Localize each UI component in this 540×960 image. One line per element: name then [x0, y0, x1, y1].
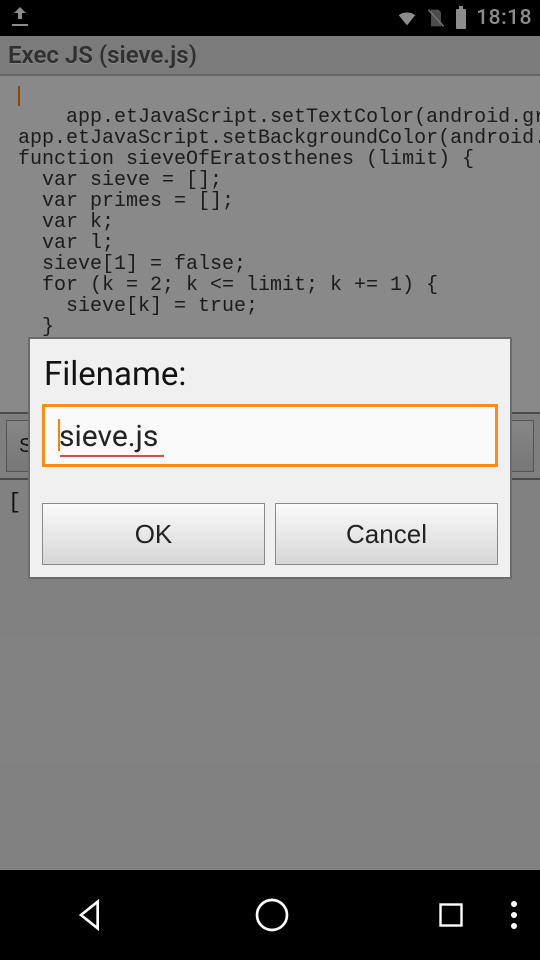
spellcheck-underline — [60, 455, 164, 457]
dialog-title: Filename: — [44, 355, 498, 394]
back-icon[interactable] — [71, 895, 111, 935]
nav-menu-icon[interactable] — [510, 900, 518, 930]
nav-bar — [0, 870, 540, 960]
filename-dialog: Filename: OK Cancel — [28, 337, 512, 579]
ok-button[interactable]: OK — [42, 503, 265, 565]
home-icon[interactable] — [252, 895, 292, 935]
recent-icon[interactable] — [433, 897, 469, 933]
filename-input-wrap — [42, 404, 498, 467]
cancel-button[interactable]: Cancel — [275, 503, 498, 565]
input-cursor — [58, 419, 60, 451]
screen: 18:18 Exec JS (sieve.js) app.etJavaScrip… — [0, 0, 540, 960]
